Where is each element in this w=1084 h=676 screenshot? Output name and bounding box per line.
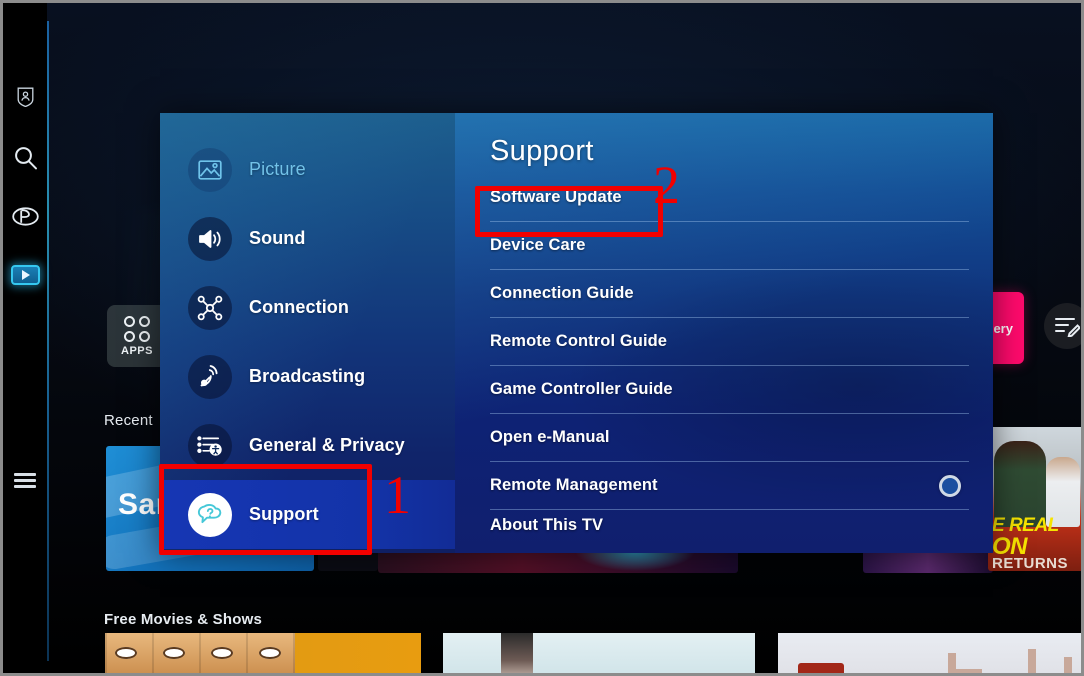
- menu-bar: [14, 484, 36, 488]
- menu-bar: [14, 472, 36, 476]
- free-movie-tile[interactable]: [778, 633, 1081, 673]
- annotation-marker-2: 2: [653, 155, 680, 215]
- profile-icon[interactable]: [3, 83, 47, 111]
- remote-management-toggle[interactable]: [939, 474, 961, 497]
- annotation-marker-1: 1: [384, 465, 411, 525]
- option-remote-management[interactable]: Remote Management: [490, 462, 969, 510]
- option-label: Remote Control Guide: [490, 332, 668, 350]
- settings-options-panel: Support Software Update Device Care Conn…: [455, 113, 993, 553]
- tile-artwork: [501, 633, 533, 673]
- recent-tile-movie-poster[interactable]: E REAL ON RETURNS: [988, 427, 1081, 571]
- broadcasting-icon: [188, 354, 232, 399]
- recent-row-title: Recent: [104, 412, 153, 429]
- sidebar-item-sound[interactable]: Sound: [160, 204, 455, 273]
- option-label: Device Care: [490, 236, 586, 254]
- media-pill: [10, 265, 40, 285]
- option-connection-guide[interactable]: Connection Guide: [490, 270, 969, 318]
- tile-artwork: [105, 633, 295, 673]
- tile-artwork: [798, 663, 844, 673]
- settings-modal: Picture Sound Connection Broadcasting Ge…: [160, 113, 993, 553]
- free-movie-tile[interactable]: [105, 633, 421, 673]
- sidebar-item-label: Broadcasting: [249, 366, 366, 386]
- menu-bar: [14, 478, 36, 482]
- page-title: Support: [490, 135, 594, 167]
- sidebar-item-label: Support: [249, 504, 319, 524]
- photo-frame: APPS Recent Sam allery E REAL ON RETURNS…: [0, 0, 1084, 676]
- option-label: Game Controller Guide: [490, 380, 673, 398]
- general-privacy-icon: [188, 423, 232, 468]
- search-icon[interactable]: [3, 141, 47, 173]
- sidebar-item-label: Connection: [249, 297, 349, 317]
- connection-icon: [188, 285, 232, 330]
- free-movie-tile[interactable]: [443, 633, 755, 673]
- apps-tile[interactable]: APPS: [107, 305, 167, 367]
- sidebar-item-connection[interactable]: Connection: [160, 273, 455, 342]
- sound-icon: [188, 216, 232, 261]
- tv-screen: APPS Recent Sam allery E REAL ON RETURNS…: [3, 3, 1081, 673]
- option-open-e-manual[interactable]: Open e-Manual: [490, 414, 969, 462]
- sidebar-item-label: Sound: [249, 228, 306, 248]
- option-about-this-tv[interactable]: About This TV: [490, 510, 969, 538]
- play-triangle-icon: [22, 270, 30, 280]
- free-movies-row-title: Free Movies & Shows: [104, 611, 263, 628]
- media-icon[interactable]: [3, 261, 47, 289]
- support-icon: [188, 492, 232, 537]
- option-label: Connection Guide: [490, 284, 634, 302]
- picture-icon: [188, 147, 232, 192]
- sidebar-item-picture[interactable]: Picture: [160, 135, 455, 204]
- sidebar-item-label: Picture: [249, 159, 306, 179]
- apps-label: APPS: [121, 344, 153, 357]
- sidebar-item-broadcasting[interactable]: Broadcasting: [160, 342, 455, 411]
- menu-icon[interactable]: [3, 465, 47, 495]
- option-game-controller-guide[interactable]: Game Controller Guide: [490, 366, 969, 414]
- option-software-update[interactable]: Software Update: [490, 174, 969, 222]
- ambient-icon[interactable]: [3, 199, 47, 233]
- option-label: Software Update: [490, 188, 622, 206]
- option-label: Remote Management: [490, 476, 658, 494]
- left-nav-rail: [3, 3, 47, 673]
- poster-line-3: RETURNS: [992, 555, 1069, 571]
- sidebar-item-label: General & Privacy: [249, 435, 405, 455]
- option-device-care[interactable]: Device Care: [490, 222, 969, 270]
- rail-accent-line: [47, 21, 49, 661]
- option-label: About This TV: [490, 516, 604, 534]
- option-remote-control-guide[interactable]: Remote Control Guide: [490, 318, 969, 366]
- apps-grid-icon: [124, 315, 150, 342]
- option-label: Open e-Manual: [490, 428, 610, 446]
